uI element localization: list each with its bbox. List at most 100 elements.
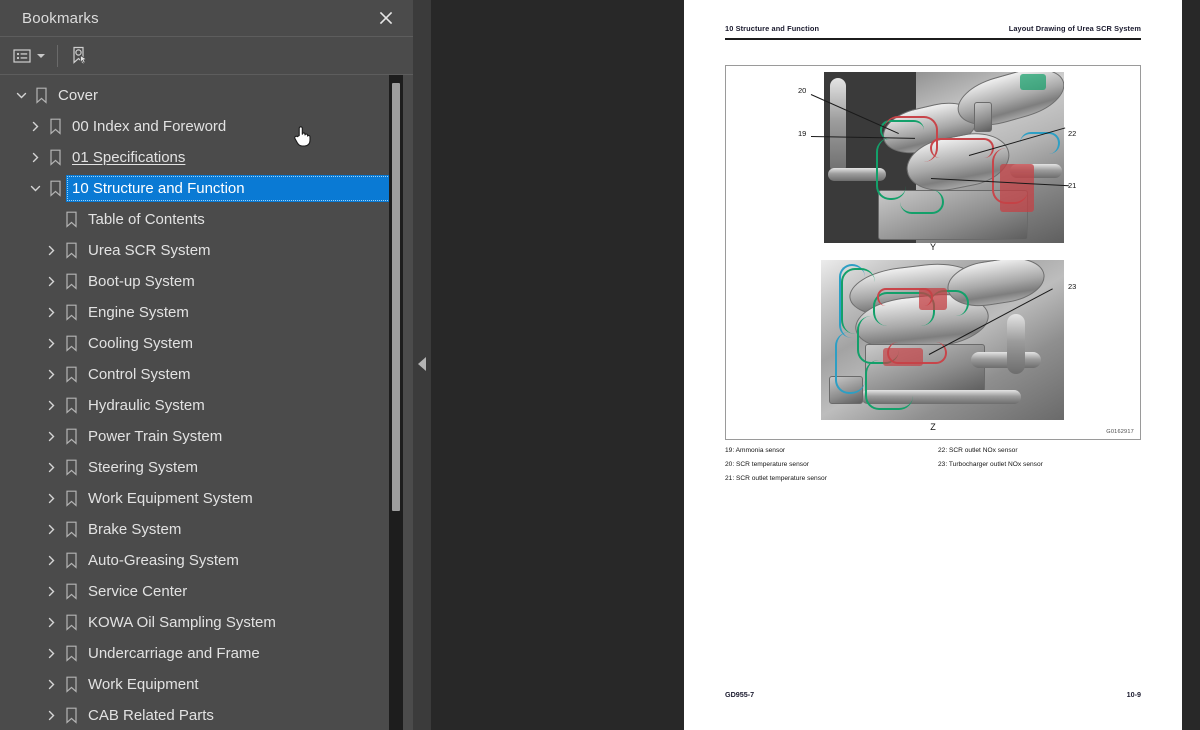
bookmark-icon — [60, 638, 82, 669]
chevron-right-icon[interactable] — [42, 390, 60, 421]
legend-column-left: 19: Ammonia sensor 20: SCR temperature se… — [725, 444, 933, 486]
chevron-right-icon[interactable] — [42, 452, 60, 483]
figure-frame: 20 19 22 21 Y 23 Z G0162917 — [725, 65, 1141, 440]
chevron-right-icon[interactable] — [42, 700, 60, 730]
bookmark-item-label: Cooling System — [88, 334, 194, 352]
bookmark-icon — [44, 173, 66, 204]
bookmark-item-steering-system[interactable]: Steering System — [0, 452, 413, 483]
chevron-right-icon[interactable] — [42, 421, 60, 452]
bookmark-item-work-equipment-system[interactable]: Work Equipment System — [0, 483, 413, 514]
bookmark-list-options-icon[interactable] — [10, 43, 48, 69]
figure-top: 20 19 22 21 Y — [726, 66, 1140, 256]
bookmark-item-label: 01 Specifications — [72, 148, 186, 166]
bookmark-item-label: Brake System — [88, 520, 182, 538]
collapse-panel-arrow-icon[interactable] — [418, 357, 426, 371]
bookmarks-panel: Bookmarks Cover 00 Index and Foreword 01… — [0, 0, 413, 730]
close-icon[interactable] — [373, 5, 399, 31]
bookmark-icon — [60, 359, 82, 390]
page-header-right: Layout Drawing of Urea SCR System — [1008, 24, 1141, 33]
bookmark-item-label: Work Equipment System — [88, 489, 253, 507]
bookmark-item-engine-system[interactable]: Engine System — [0, 297, 413, 328]
bookmark-icon — [60, 266, 82, 297]
chevron-right-icon[interactable] — [42, 607, 60, 638]
bookmark-item-label: Power Train System — [88, 427, 223, 445]
bookmark-icon — [60, 328, 82, 359]
chevron-right-icon[interactable] — [42, 638, 60, 669]
new-bookmark-icon[interactable] — [67, 43, 93, 69]
bookmark-icon — [60, 483, 82, 514]
toolbar-divider — [57, 44, 58, 67]
bookmark-item-brake-system[interactable]: Brake System — [0, 514, 413, 545]
bookmark-item-work-equipment[interactable]: Work Equipment — [0, 669, 413, 700]
sidebar-scrollbar-track[interactable] — [389, 75, 403, 730]
engine-illustration-top — [824, 72, 1064, 243]
bookmark-item-label: Engine System — [88, 303, 189, 321]
bookmark-item-cooling-system[interactable]: Cooling System — [0, 328, 413, 359]
bookmark-item-label: Hydraulic System — [88, 396, 205, 414]
bookmark-item-power-train-system[interactable]: Power Train System — [0, 421, 413, 452]
bookmark-icon — [60, 390, 82, 421]
bookmark-item-label: Service Center — [88, 582, 188, 600]
bookmarks-panel-header: Bookmarks — [0, 0, 413, 37]
bookmark-item-undercarriage-and-frame[interactable]: Undercarriage and Frame — [0, 638, 413, 669]
chevron-right-icon[interactable] — [42, 483, 60, 514]
bookmark-item-boot-up-system[interactable]: Boot-up System — [0, 266, 413, 297]
bookmark-item-auto-greasing-system[interactable]: Auto-Greasing System — [0, 545, 413, 576]
chevron-down-icon[interactable] — [26, 173, 44, 204]
chevron-right-icon[interactable] — [42, 359, 60, 390]
chevron-right-icon[interactable] — [42, 669, 60, 700]
figure-legend: 19: Ammonia sensor 20: SCR temperature se… — [725, 444, 1141, 486]
bookmark-item-label: Steering System — [88, 458, 199, 476]
bookmark-icon — [60, 576, 82, 607]
legend-entry: 23: Turbocharger outlet NOx sensor — [938, 461, 1043, 468]
document-viewer[interactable]: 10 Structure and Function Layout Drawing… — [431, 0, 1200, 730]
chevron-right-icon[interactable] — [26, 142, 44, 173]
bookmark-item-label: Auto-Greasing System — [88, 551, 239, 569]
legend-entry: 21: SCR outlet temperature sensor — [725, 475, 827, 482]
callout-22: 22 — [1068, 129, 1077, 138]
chevron-down-icon[interactable] — [37, 53, 45, 58]
bookmark-item-urea-scr-system[interactable]: Urea SCR System — [0, 235, 413, 266]
chevron-right-icon[interactable] — [42, 545, 60, 576]
bookmark-item-cab-related-parts[interactable]: CAB Related Parts — [0, 700, 413, 730]
chevron-right-icon[interactable] — [42, 297, 60, 328]
chevron-right-icon[interactable] — [42, 235, 60, 266]
bookmark-item-label: Undercarriage and Frame — [88, 644, 260, 662]
bookmark-item-00-index-and-foreword[interactable]: 00 Index and Foreword — [0, 111, 413, 142]
bookmark-item-cover[interactable]: Cover — [0, 80, 413, 111]
bookmark-item-kowa-oil-sampling-system[interactable]: KOWA Oil Sampling System — [0, 607, 413, 638]
chevron-right-icon[interactable] — [42, 266, 60, 297]
figure-bottom-letter: Z — [930, 422, 936, 432]
bookmarks-toolbar — [0, 37, 413, 75]
figure-top-letter: Y — [929, 242, 936, 252]
bookmark-item-control-system[interactable]: Control System — [0, 359, 413, 390]
engine-illustration-bottom — [821, 260, 1064, 420]
chevron-right-icon[interactable] — [42, 514, 60, 545]
chevron-right-icon[interactable] — [42, 576, 60, 607]
bookmark-item-label: Work Equipment — [88, 675, 199, 693]
bookmark-icon — [44, 111, 66, 142]
drawing-id: G0162917 — [1106, 429, 1134, 435]
panel-splitter[interactable] — [413, 0, 431, 730]
pdf-reader-window: Bookmarks Cover 00 Index and Foreword 01… — [0, 0, 1200, 730]
bookmark-tree[interactable]: Cover 00 Index and Foreword 01 Specificati… — [0, 75, 413, 730]
bookmark-item-table-of-contents[interactable]: Table of Contents — [0, 204, 413, 235]
chevron-right-icon[interactable] — [26, 111, 44, 142]
bookmark-item-label: Boot-up System — [88, 272, 195, 290]
bookmark-item-hydraulic-system[interactable]: Hydraulic System — [0, 390, 413, 421]
legend-entry: 22: SCR outlet NOx sensor — [938, 447, 1018, 454]
sidebar-scrollbar-thumb[interactable] — [392, 83, 400, 511]
page-footer-model: GD955-7 — [725, 690, 755, 699]
callout-19: 19 — [798, 129, 807, 138]
bookmark-icon — [60, 669, 82, 700]
bookmark-item-10-structure-and-function[interactable]: 10 Structure and Function — [0, 173, 413, 204]
bookmark-icon — [44, 142, 66, 173]
callout-20: 20 — [798, 86, 807, 95]
page-header: 10 Structure and Function Layout Drawing… — [725, 24, 1141, 33]
callout-23: 23 — [1068, 282, 1077, 291]
selection-highlight: 10 Structure and Function — [66, 175, 391, 202]
bookmark-item-01-specifications[interactable]: 01 Specifications — [0, 142, 413, 173]
chevron-right-icon[interactable] — [42, 328, 60, 359]
bookmark-item-service-center[interactable]: Service Center — [0, 576, 413, 607]
chevron-down-icon[interactable] — [12, 80, 30, 111]
